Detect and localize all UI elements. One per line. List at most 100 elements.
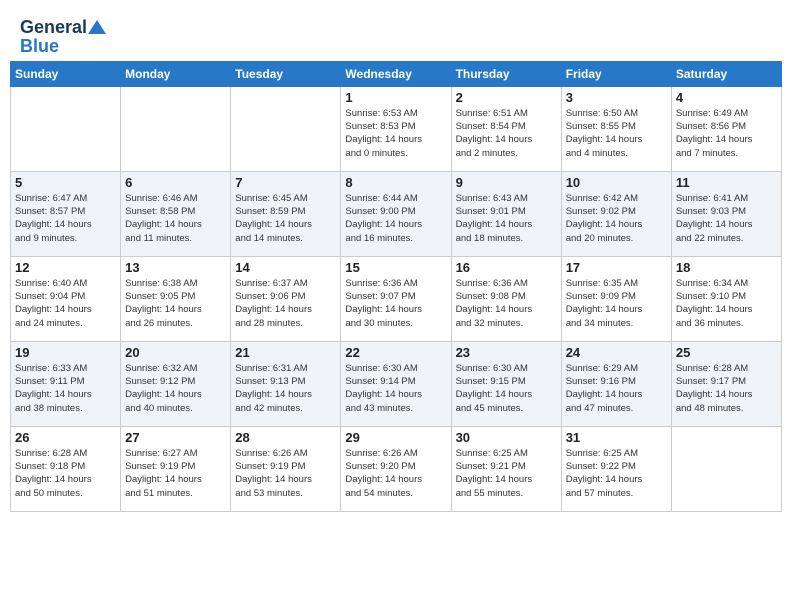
calendar-day-cell: 5Sunrise: 6:47 AM Sunset: 8:57 PM Daylig… [11, 171, 121, 256]
day-info: Sunrise: 6:37 AM Sunset: 9:06 PM Dayligh… [235, 277, 336, 330]
weekday-header-wednesday: Wednesday [341, 61, 451, 86]
day-number: 27 [125, 430, 226, 445]
calendar-day-cell: 16 Sunrise: 6:36 AM Sunset: 9:08 PM Dayli… [451, 256, 561, 341]
day-number: 4 [676, 90, 777, 105]
calendar-day-cell: 8Sunrise: 6:44 AM Sunset: 9:00 PM Daylig… [341, 171, 451, 256]
day-number: 15 [345, 260, 446, 275]
day-info: Sunrise: 6:28 AM Sunset: 9:18 PM Dayligh… [15, 447, 116, 500]
logo: General Blue [20, 18, 106, 57]
calendar-week-row: 19 Sunrise: 6:33 AM Sunset: 9:11 PM Dayli… [11, 341, 782, 426]
day-number: 17 [566, 260, 667, 275]
day-number: 12 [15, 260, 116, 275]
calendar-day-cell: 7 Sunrise: 6:45 AM Sunset: 8:59 PM Daylig… [231, 171, 341, 256]
calendar-day-cell: 23 Sunrise: 6:30 AM Sunset: 9:15 PM Dayli… [451, 341, 561, 426]
logo-triangle-icon [88, 20, 106, 34]
day-number: 19 [15, 345, 116, 360]
calendar-day-cell: 6 Sunrise: 6:46 AM Sunset: 8:58 PM Daylig… [121, 171, 231, 256]
calendar-week-row: 12 Sunrise: 6:40 AM Sunset: 9:04 PM Dayli… [11, 256, 782, 341]
calendar-day-cell: 15 Sunrise: 6:36 AM Sunset: 9:07 PM Dayli… [341, 256, 451, 341]
day-number: 14 [235, 260, 336, 275]
calendar-day-cell: 19 Sunrise: 6:33 AM Sunset: 9:11 PM Dayli… [11, 341, 121, 426]
weekday-header-sunday: Sunday [11, 61, 121, 86]
day-info: Sunrise: 6:25 AM Sunset: 9:21 PM Dayligh… [456, 447, 557, 500]
day-number: 3 [566, 90, 667, 105]
day-number: 16 [456, 260, 557, 275]
calendar-week-row: 1Sunrise: 6:53 AM Sunset: 8:53 PM Daylig… [11, 86, 782, 171]
calendar-day-cell: 26 Sunrise: 6:28 AM Sunset: 9:18 PM Dayli… [11, 426, 121, 511]
calendar-day-cell: 27 Sunrise: 6:27 AM Sunset: 9:19 PM Dayli… [121, 426, 231, 511]
day-info: Sunrise: 6:27 AM Sunset: 9:19 PM Dayligh… [125, 447, 226, 500]
page-header: General Blue [10, 10, 782, 61]
calendar-day-cell: 22 Sunrise: 6:30 AM Sunset: 9:14 PM Dayli… [341, 341, 451, 426]
calendar-day-cell [671, 426, 781, 511]
day-number: 30 [456, 430, 557, 445]
day-info: Sunrise: 6:36 AM Sunset: 9:07 PM Dayligh… [345, 277, 446, 330]
day-number: 31 [566, 430, 667, 445]
logo-blue-text: Blue [20, 36, 59, 57]
weekday-header-friday: Friday [561, 61, 671, 86]
day-number: 9 [456, 175, 557, 190]
calendar-day-cell: 13 Sunrise: 6:38 AM Sunset: 9:05 PM Dayli… [121, 256, 231, 341]
day-number: 6 [125, 175, 226, 190]
calendar-week-row: 5Sunrise: 6:47 AM Sunset: 8:57 PM Daylig… [11, 171, 782, 256]
day-info: Sunrise: 6:53 AM Sunset: 8:53 PM Dayligh… [345, 107, 446, 160]
day-info: Sunrise: 6:31 AM Sunset: 9:13 PM Dayligh… [235, 362, 336, 415]
day-number: 23 [456, 345, 557, 360]
calendar-day-cell: 29 Sunrise: 6:26 AM Sunset: 9:20 PM Dayli… [341, 426, 451, 511]
day-info: Sunrise: 6:32 AM Sunset: 9:12 PM Dayligh… [125, 362, 226, 415]
day-number: 22 [345, 345, 446, 360]
calendar-day-cell: 25Sunrise: 6:28 AM Sunset: 9:17 PM Dayli… [671, 341, 781, 426]
day-info: Sunrise: 6:30 AM Sunset: 9:14 PM Dayligh… [345, 362, 446, 415]
day-number: 8 [345, 175, 446, 190]
day-number: 28 [235, 430, 336, 445]
day-number: 26 [15, 430, 116, 445]
calendar-day-cell [121, 86, 231, 171]
calendar-day-cell [11, 86, 121, 171]
day-info: Sunrise: 6:26 AM Sunset: 9:20 PM Dayligh… [345, 447, 446, 500]
day-number: 18 [676, 260, 777, 275]
day-number: 2 [456, 90, 557, 105]
calendar-day-cell: 4Sunrise: 6:49 AM Sunset: 8:56 PM Daylig… [671, 86, 781, 171]
day-info: Sunrise: 6:50 AM Sunset: 8:55 PM Dayligh… [566, 107, 667, 160]
weekday-header-tuesday: Tuesday [231, 61, 341, 86]
day-info: Sunrise: 6:33 AM Sunset: 9:11 PM Dayligh… [15, 362, 116, 415]
day-info: Sunrise: 6:42 AM Sunset: 9:02 PM Dayligh… [566, 192, 667, 245]
calendar-day-cell [231, 86, 341, 171]
day-number: 25 [676, 345, 777, 360]
day-info: Sunrise: 6:41 AM Sunset: 9:03 PM Dayligh… [676, 192, 777, 245]
calendar-day-cell: 14 Sunrise: 6:37 AM Sunset: 9:06 PM Dayli… [231, 256, 341, 341]
calendar-day-cell: 10 Sunrise: 6:42 AM Sunset: 9:02 PM Dayli… [561, 171, 671, 256]
calendar-day-cell: 18Sunrise: 6:34 AM Sunset: 9:10 PM Dayli… [671, 256, 781, 341]
day-info: Sunrise: 6:43 AM Sunset: 9:01 PM Dayligh… [456, 192, 557, 245]
day-info: Sunrise: 6:29 AM Sunset: 9:16 PM Dayligh… [566, 362, 667, 415]
calendar-day-cell: 31 Sunrise: 6:25 AM Sunset: 9:22 PM Dayli… [561, 426, 671, 511]
calendar-day-cell: 24 Sunrise: 6:29 AM Sunset: 9:16 PM Dayli… [561, 341, 671, 426]
day-number: 7 [235, 175, 336, 190]
day-info: Sunrise: 6:46 AM Sunset: 8:58 PM Dayligh… [125, 192, 226, 245]
calendar-day-cell: 1Sunrise: 6:53 AM Sunset: 8:53 PM Daylig… [341, 86, 451, 171]
calendar-table: SundayMondayTuesdayWednesdayThursdayFrid… [10, 61, 782, 512]
day-info: Sunrise: 6:26 AM Sunset: 9:19 PM Dayligh… [235, 447, 336, 500]
day-info: Sunrise: 6:35 AM Sunset: 9:09 PM Dayligh… [566, 277, 667, 330]
calendar-week-row: 26 Sunrise: 6:28 AM Sunset: 9:18 PM Dayli… [11, 426, 782, 511]
weekday-header-monday: Monday [121, 61, 231, 86]
day-number: 13 [125, 260, 226, 275]
calendar-day-cell: 30 Sunrise: 6:25 AM Sunset: 9:21 PM Dayli… [451, 426, 561, 511]
day-info: Sunrise: 6:40 AM Sunset: 9:04 PM Dayligh… [15, 277, 116, 330]
day-info: Sunrise: 6:36 AM Sunset: 9:08 PM Dayligh… [456, 277, 557, 330]
day-info: Sunrise: 6:47 AM Sunset: 8:57 PM Dayligh… [15, 192, 116, 245]
calendar-day-cell: 20Sunrise: 6:32 AM Sunset: 9:12 PM Dayli… [121, 341, 231, 426]
calendar-day-cell: 21 Sunrise: 6:31 AM Sunset: 9:13 PM Dayli… [231, 341, 341, 426]
day-info: Sunrise: 6:30 AM Sunset: 9:15 PM Dayligh… [456, 362, 557, 415]
day-number: 21 [235, 345, 336, 360]
day-number: 24 [566, 345, 667, 360]
calendar-day-cell: 12 Sunrise: 6:40 AM Sunset: 9:04 PM Dayli… [11, 256, 121, 341]
day-info: Sunrise: 6:25 AM Sunset: 9:22 PM Dayligh… [566, 447, 667, 500]
day-number: 10 [566, 175, 667, 190]
day-info: Sunrise: 6:51 AM Sunset: 8:54 PM Dayligh… [456, 107, 557, 160]
day-info: Sunrise: 6:45 AM Sunset: 8:59 PM Dayligh… [235, 192, 336, 245]
calendar-day-cell: 28 Sunrise: 6:26 AM Sunset: 9:19 PM Dayli… [231, 426, 341, 511]
weekday-header-saturday: Saturday [671, 61, 781, 86]
day-number: 29 [345, 430, 446, 445]
day-info: Sunrise: 6:38 AM Sunset: 9:05 PM Dayligh… [125, 277, 226, 330]
